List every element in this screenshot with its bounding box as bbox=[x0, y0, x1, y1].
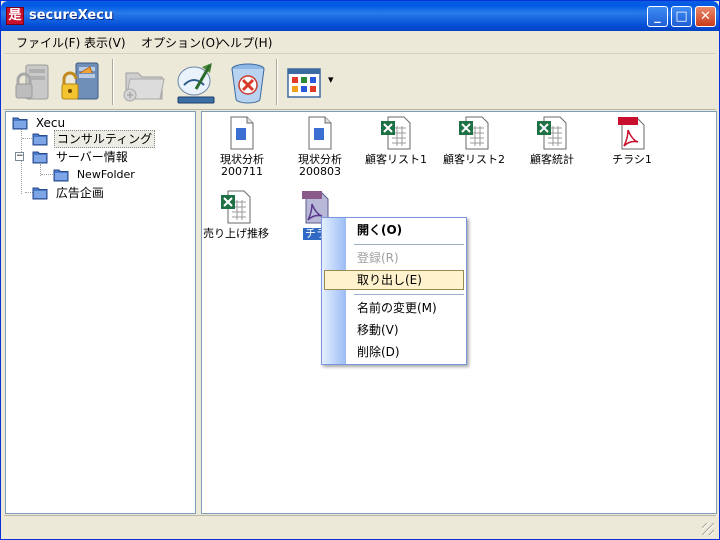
ctx-delete[interactable]: 削除(D) bbox=[324, 342, 464, 362]
file-name: チラシ1 bbox=[612, 153, 652, 166]
file-item[interactable]: 売り上げ推移 bbox=[198, 190, 274, 240]
menu-file[interactable]: ファイル(F) bbox=[12, 35, 84, 51]
ctx-extract[interactable]: 取り出し(E) bbox=[324, 270, 464, 290]
unlock-server-icon[interactable] bbox=[58, 59, 106, 107]
status-bar bbox=[4, 515, 716, 537]
tree-node-label: Xecu bbox=[35, 115, 66, 130]
excel-file-icon bbox=[221, 190, 251, 224]
file-name-line2: 200803 bbox=[299, 165, 341, 178]
file-item[interactable]: 顧客リスト2 bbox=[436, 116, 512, 166]
view-dropdown-arrow[interactable]: ▾ bbox=[328, 73, 334, 86]
ctx-move[interactable]: 移動(V) bbox=[324, 320, 464, 340]
excel-file-icon bbox=[537, 116, 567, 150]
folder-icon bbox=[32, 151, 48, 163]
resize-grip-icon[interactable] bbox=[702, 523, 714, 535]
file-name: 顧客リスト1 bbox=[365, 153, 427, 166]
file-name-line2: 200711 bbox=[221, 165, 263, 178]
file-item[interactable]: 現状分析 200711 bbox=[204, 116, 280, 178]
menu-bar: ファイル(F) 表示(V) オプション(O) ヘルプ(H) bbox=[4, 32, 716, 54]
file-name: 売り上げ推移 bbox=[203, 227, 269, 240]
folder-icon bbox=[53, 169, 69, 181]
ctx-separator bbox=[354, 294, 464, 295]
file-item[interactable]: 顧客リスト1 bbox=[358, 116, 434, 166]
excel-file-icon bbox=[459, 116, 489, 150]
tree-line bbox=[41, 174, 53, 175]
excel-file-icon bbox=[381, 116, 411, 150]
folder-tree-panel[interactable]: Xecu コンサルティング − サーバー情報 NewFolder 広告企画 bbox=[5, 111, 196, 514]
tree-node-consulting[interactable]: コンサルティング bbox=[32, 130, 156, 148]
minimize-button[interactable]: _ bbox=[647, 6, 668, 27]
menu-view[interactable]: 表示(V) bbox=[80, 35, 130, 51]
document-icon bbox=[230, 116, 254, 150]
lock-server-icon[interactable] bbox=[10, 59, 58, 107]
folder-icon bbox=[12, 117, 28, 129]
file-item[interactable]: 顧客統計 bbox=[514, 116, 590, 166]
ctx-separator bbox=[354, 244, 464, 245]
maximize-button[interactable]: □ bbox=[671, 6, 692, 27]
tree-node-label: NewFolder bbox=[76, 167, 135, 181]
ctx-register[interactable]: 登録(R) bbox=[324, 248, 464, 268]
context-menu: 開く(O) 登録(R) 取り出し(E) 名前の変更(M) 移動(V) 削除(D) bbox=[321, 217, 467, 365]
tree-node-label: コンサルティング bbox=[53, 130, 156, 148]
tree-collapse-toggle[interactable]: − bbox=[15, 152, 24, 161]
tree-node-newfolder[interactable]: NewFolder bbox=[53, 166, 137, 184]
tree-node-ad-planning[interactable]: 広告企画 bbox=[32, 184, 106, 202]
menu-options[interactable]: オプション(O) bbox=[137, 35, 224, 51]
window-title: secureXecu bbox=[29, 8, 114, 23]
folder-icon bbox=[32, 133, 48, 146]
folder-new-icon[interactable] bbox=[120, 59, 168, 107]
file-item[interactable]: 現状分析 200803 bbox=[282, 116, 358, 178]
tree-node-label: サーバー情報 bbox=[55, 149, 128, 164]
ctx-rename[interactable]: 名前の変更(M) bbox=[324, 298, 464, 318]
tree-node-server-info[interactable]: サーバー情報 bbox=[32, 148, 130, 166]
view-icons-icon[interactable] bbox=[282, 59, 330, 107]
edit-view-icon[interactable] bbox=[172, 59, 220, 107]
toolbar-separator bbox=[276, 59, 278, 105]
app-window: 是 secureXecu _ □ ✕ ファイル(F) 表示(V) オプション(O… bbox=[0, 0, 720, 540]
toolbar: ▾ bbox=[4, 55, 716, 110]
document-icon bbox=[308, 116, 332, 150]
folder-icon bbox=[32, 187, 48, 199]
toolbar-separator bbox=[112, 59, 114, 105]
close-button[interactable]: ✕ bbox=[695, 6, 716, 27]
tree-node-label: 広告企画 bbox=[55, 185, 104, 200]
file-name: 顧客統計 bbox=[530, 153, 574, 166]
ctx-open[interactable]: 開く(O) bbox=[324, 220, 464, 240]
file-name: 顧客リスト2 bbox=[443, 153, 505, 166]
file-item[interactable]: チラシ1 bbox=[594, 116, 670, 166]
title-bar[interactable]: 是 secureXecu _ □ ✕ bbox=[1, 1, 719, 31]
app-icon: 是 bbox=[6, 7, 24, 25]
recycle-bin-icon[interactable] bbox=[224, 59, 272, 107]
pdf-file-icon bbox=[618, 117, 645, 150]
menu-help[interactable]: ヘルプ(H) bbox=[214, 35, 276, 51]
